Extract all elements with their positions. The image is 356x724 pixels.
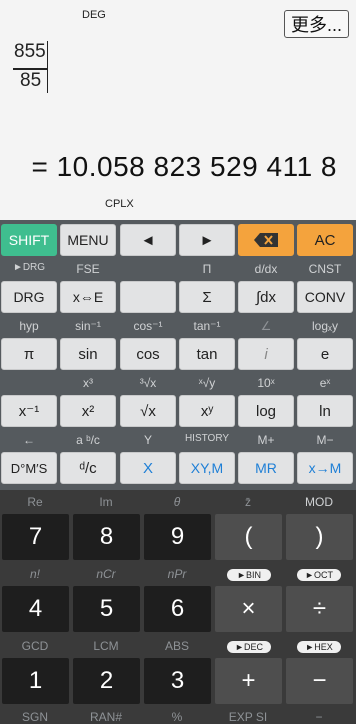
- complex-mode-indicator: CPLX: [105, 198, 134, 210]
- label-conjugate: z̄: [245, 495, 251, 509]
- shift-button[interactable]: SHIFT: [1, 224, 57, 256]
- label-exp-si: EXP SI: [228, 710, 268, 724]
- label-npr: nPr: [167, 567, 187, 581]
- imaginary-button[interactable]: i: [238, 338, 294, 370]
- multiply-button[interactable]: ×: [215, 586, 282, 632]
- input-cursor: [47, 41, 48, 93]
- open-paren-button[interactable]: (: [215, 514, 282, 560]
- label-xroot: ˣ√y: [198, 376, 216, 390]
- label-random: RAN#: [89, 710, 122, 724]
- fraction-numerator: 855: [14, 41, 46, 62]
- label-sgn: SGN: [21, 710, 48, 724]
- numeric-keypad: Re Im θ z̄ MOD 7 8 9 ( ) n! nCr nPr ►BIN…: [0, 490, 356, 724]
- xym-button[interactable]: XY,M: [179, 452, 235, 484]
- label-history: HISTORY: [184, 433, 230, 444]
- log-button[interactable]: log: [238, 395, 294, 427]
- sum-button[interactable]: Σ: [179, 281, 235, 313]
- variable-x-button[interactable]: X: [120, 452, 176, 484]
- sqrt-button[interactable]: √x: [120, 395, 176, 427]
- label-ncr: nCr: [96, 567, 116, 581]
- power-button[interactable]: xʸ: [179, 395, 235, 427]
- digit-2-button[interactable]: 2: [73, 658, 140, 704]
- result-value: = 10.058 823 529 411 8: [31, 151, 337, 182]
- label-ex: eˣ: [319, 376, 331, 390]
- label-acos: cos⁻¹: [133, 319, 163, 333]
- angle-mode-indicator: DEG: [82, 9, 106, 21]
- label-gcd: GCD: [21, 639, 49, 653]
- label-cube: x³: [83, 376, 93, 390]
- digit-1-button[interactable]: 1: [2, 658, 69, 704]
- cos-button[interactable]: cos: [120, 338, 176, 370]
- label-product: Π: [202, 262, 212, 276]
- digit-7-button[interactable]: 7: [2, 514, 69, 560]
- label-tenx: 10ˣ: [257, 376, 275, 390]
- label-constants: CNST: [308, 262, 342, 276]
- calculator-display: DEG 更多... 855 85 = 10.058 823 529 411 8 …: [0, 0, 356, 220]
- fraction-denominator: 85: [20, 70, 42, 91]
- ln-button[interactable]: ln: [297, 395, 353, 427]
- exponent-toggle-button[interactable]: x⇔E: [60, 281, 116, 313]
- convert-button[interactable]: CONV: [297, 281, 353, 313]
- digit-9-button[interactable]: 9: [144, 514, 211, 560]
- reciprocal-button[interactable]: x⁻¹: [1, 395, 57, 427]
- close-paren-button[interactable]: ): [286, 514, 353, 560]
- minus-button[interactable]: −: [286, 658, 353, 704]
- drg-button[interactable]: DRG: [1, 281, 57, 313]
- label-to-bin: ►BIN: [227, 569, 271, 581]
- label-factorial: n!: [29, 567, 40, 581]
- cursor-right-button[interactable]: ►: [179, 224, 235, 256]
- all-clear-button[interactable]: AC: [297, 224, 353, 256]
- label-cbrt: ³√x: [139, 376, 157, 390]
- label-theta: θ: [173, 495, 181, 509]
- digit-3-button[interactable]: 3: [144, 658, 211, 704]
- label-abc: a ᵇ/c: [76, 433, 100, 447]
- label-percent: %: [171, 710, 183, 724]
- label-y: Y: [143, 433, 152, 447]
- fraction-button[interactable]: ᵈ/c: [60, 452, 116, 484]
- label-to-oct: ►OCT: [297, 569, 341, 581]
- store-memory-button[interactable]: x→M: [297, 452, 353, 484]
- label-mod: MOD: [305, 495, 333, 509]
- label-to-hex: ►HEX: [297, 641, 341, 653]
- square-button[interactable]: x²: [60, 395, 116, 427]
- digit-5-button[interactable]: 5: [73, 586, 140, 632]
- label-mminus: M−: [316, 433, 334, 447]
- digit-6-button[interactable]: 6: [144, 586, 211, 632]
- label-im: Im: [99, 495, 113, 509]
- label-abs: ABS: [164, 639, 189, 653]
- divide-button[interactable]: ÷: [286, 586, 353, 632]
- function-keypad: SHIFT MENU ◄ ► AC ►DRG FSE Π d/dx CNST D…: [0, 220, 356, 490]
- more-button[interactable]: 更多...: [284, 10, 349, 38]
- label-angle: ∠: [260, 319, 272, 333]
- label-to-drg: ►DRG: [12, 262, 46, 273]
- label-asin: sin⁻¹: [75, 319, 101, 333]
- backspace-button[interactable]: [238, 224, 294, 256]
- label-atan: tan⁻¹: [193, 319, 221, 333]
- pi-button[interactable]: π: [1, 338, 57, 370]
- label-re: Re: [27, 495, 43, 509]
- e-button[interactable]: e: [297, 338, 353, 370]
- tan-button[interactable]: tan: [179, 338, 235, 370]
- label-mplus: M+: [257, 433, 275, 447]
- label-negate: −: [315, 710, 323, 724]
- plus-button[interactable]: +: [215, 658, 282, 704]
- label-fse: FSE: [76, 262, 100, 276]
- digit-8-button[interactable]: 8: [73, 514, 140, 560]
- cursor-left-button[interactable]: ◄: [120, 224, 176, 256]
- blank-button[interactable]: [120, 281, 176, 313]
- label-to-dec: ►DEC: [227, 641, 271, 653]
- backspace-icon: [254, 233, 278, 247]
- sin-button[interactable]: sin: [60, 338, 116, 370]
- dms-button[interactable]: D°M′S: [1, 452, 57, 484]
- label-hyp: hyp: [19, 319, 39, 333]
- label-derivative: d/dx: [254, 262, 278, 276]
- memory-recall-button[interactable]: MR: [238, 452, 294, 484]
- label-logxy: logₓy: [312, 319, 338, 333]
- label-lcm: LCM: [93, 639, 119, 653]
- label-arrow: ←: [23, 433, 35, 447]
- integral-button[interactable]: ∫dx: [238, 281, 294, 313]
- digit-4-button[interactable]: 4: [2, 586, 69, 632]
- menu-button[interactable]: MENU: [60, 224, 116, 256]
